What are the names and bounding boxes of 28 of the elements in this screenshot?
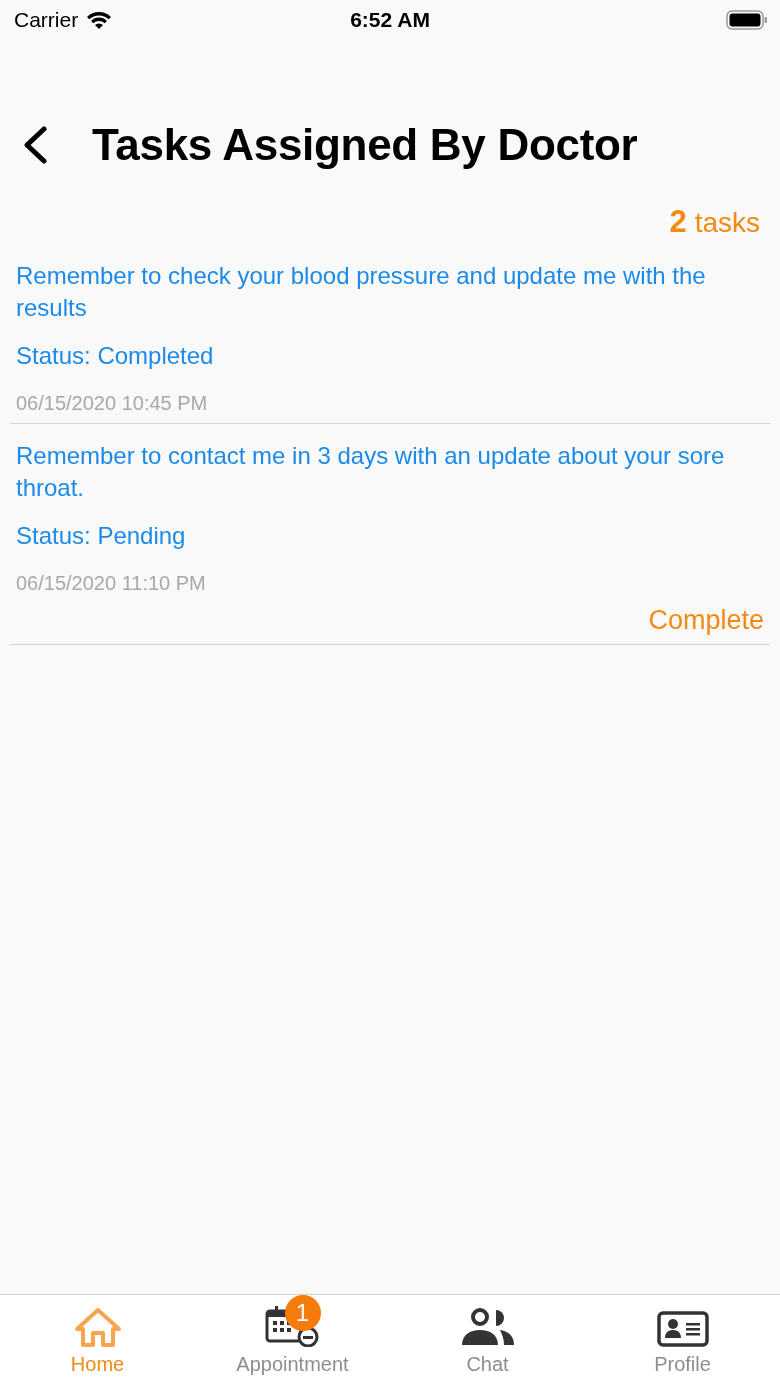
- task-item[interactable]: Remember to contact me in 3 days with an update about your sore throat. Status: Pending 06/15/2020 11:10 PM Complete: [10, 424, 770, 645]
- tab-item[interactable]: Home: [0, 1295, 195, 1387]
- wifi-icon: [86, 10, 113, 30]
- back-button[interactable]: [22, 126, 48, 164]
- battery-icon: [726, 10, 768, 30]
- tab-label: Profile: [654, 1353, 711, 1376]
- task-description: Remember to check your blood pressure and update me with the results: [16, 261, 707, 323]
- tab-item[interactable]: 1 Appointment: [195, 1295, 390, 1387]
- task-count: 2 tasks: [669, 204, 760, 240]
- page-title: Tasks Assigned By Doctor: [92, 120, 638, 170]
- task-date: 06/15/2020 11:10 PM: [16, 572, 207, 595]
- notification-badge: 1: [284, 1295, 321, 1331]
- house-icon: [73, 1307, 122, 1347]
- tab-label: Chat: [466, 1353, 509, 1376]
- complete-button[interactable]: Complete: [648, 605, 764, 636]
- task-status: Status: Completed: [16, 342, 215, 370]
- id-card-icon: [656, 1311, 709, 1347]
- task-date: 06/15/2020 10:45 PM: [16, 392, 209, 415]
- task-item[interactable]: Remember to check your blood pressure and update me with the results Status: Completed 06/15/2020 10:45 PM: [10, 260, 770, 424]
- tab-item[interactable]: Chat: [390, 1295, 585, 1387]
- task-status: Status: Pending: [16, 522, 187, 550]
- carrier-name: Carrier: [14, 8, 79, 32]
- tab-label: Home: [70, 1353, 125, 1376]
- task-description: Remember to contact me in 3 days with an update about your sore throat.: [16, 441, 726, 503]
- tab-item[interactable]: Profile: [585, 1295, 780, 1387]
- tab-label: Appointment: [236, 1353, 349, 1376]
- people-icon: [459, 1307, 516, 1347]
- status-time: 6:52 AM: [350, 8, 430, 32]
